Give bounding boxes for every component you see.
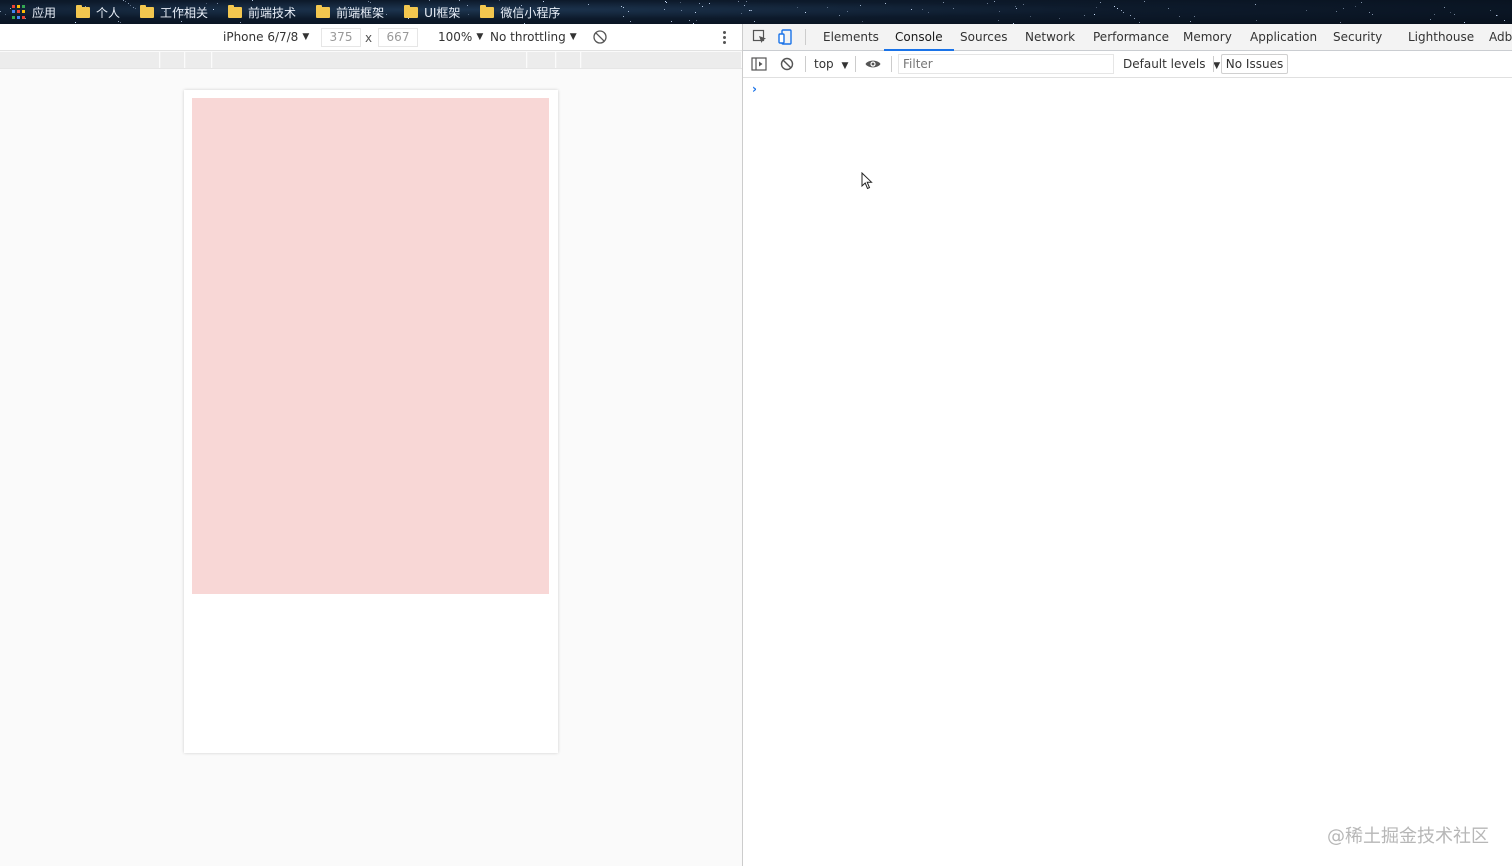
console-toolbar: top ▼ Default levels ▼ No Issues [743,51,1512,78]
bookmark-label: 微信小程序 [500,5,561,20]
bookmark-apps[interactable]: 应用 [12,0,56,24]
tab-elements[interactable]: Elements [823,24,879,51]
width-input[interactable]: 375 [321,28,361,47]
clear-console-icon[interactable] [778,55,796,73]
bookmark-label: UI框架 [424,5,461,20]
height-input[interactable]: 667 [378,28,418,47]
dimension-separator: x [365,31,373,45]
live-expression-eye-icon[interactable] [864,55,882,73]
throttling-select[interactable]: No throttling ▼ [490,30,577,44]
zoom-select[interactable]: 100% ▼ [438,30,483,44]
caret-down-icon: ▼ [569,32,577,42]
bookmark-folder-work[interactable]: 工作相关 [140,0,208,24]
bookmark-folder-personal[interactable]: 个人 [76,0,120,24]
sidebar-toggle-icon[interactable] [750,55,768,73]
caret-down-icon: ▼ [302,32,310,42]
folder-icon [404,4,419,18]
bookmark-label: 前端框架 [336,5,385,20]
bookmark-label: 个人 [96,5,121,20]
device-toolbar: iPhone 6/7/8 ▼ 375 x 667 100% ▼ No throt… [0,24,742,51]
throttling-value: No throttling [490,30,566,44]
folder-icon [140,4,155,18]
device-viewport [184,90,558,753]
folder-icon [228,4,243,18]
tab-performance[interactable]: Performance [1093,24,1169,51]
media-query-bar[interactable] [0,52,742,69]
caret-down-icon: ▼ [841,61,849,71]
tab-sources[interactable]: Sources [960,24,1007,51]
zoom-value: 100% [438,30,473,44]
caret-down-icon: ▼ [1213,61,1221,71]
log-levels-select[interactable]: Default levels ▼ [1123,51,1220,77]
bookmark-folder-frontend-framework[interactable]: 前端框架 [316,0,384,24]
apps-grid-icon [12,5,26,19]
context-select[interactable]: top ▼ [814,51,848,77]
issues-button[interactable]: No Issues [1221,54,1288,74]
tab-lighthouse[interactable]: Lighthouse [1408,24,1474,51]
tab-console[interactable]: Console [884,24,954,51]
starry-background [0,0,1512,24]
console-output[interactable]: › [743,78,1512,866]
context-value: top [814,57,834,71]
rotate-icon[interactable] [592,29,608,45]
more-options-icon[interactable] [718,29,730,45]
devtools-tab-bar: Elements Console Sources Network Perform… [743,24,1512,51]
mouse-cursor-icon [861,172,873,190]
folder-icon [480,4,495,18]
bookmark-label: 应用 [32,5,57,20]
device-emulation-pane: iPhone 6/7/8 ▼ 375 x 667 100% ▼ No throt… [0,24,742,866]
tab-memory[interactable]: Memory [1183,24,1232,51]
devtools-panel: Elements Console Sources Network Perform… [743,24,1512,866]
tab-security[interactable]: Security [1333,24,1382,51]
device-toggle-icon[interactable] [777,28,795,46]
folder-icon [316,4,331,18]
tab-network[interactable]: Network [1025,24,1075,51]
bookmark-folder-frontend-tech[interactable]: 前端技术 [228,0,296,24]
filter-input[interactable] [898,54,1114,74]
bookmark-label: 工作相关 [160,5,209,20]
folder-icon [76,4,91,18]
bookmark-folder-miniprogram[interactable]: 微信小程序 [480,0,560,24]
bookmark-label: 前端技术 [248,5,297,20]
inspect-element-icon[interactable] [751,28,769,46]
pink-content-box [192,98,549,594]
bookmarks-bar: 应用 个人 工作相关 前端技术 前端框架 UI框架 微信小程序 [0,0,1512,24]
bookmark-folder-ui-framework[interactable]: UI框架 [404,0,460,24]
device-select[interactable]: iPhone 6/7/8 ▼ [223,30,309,44]
tab-adb[interactable]: Adb [1489,24,1512,51]
watermark: @稀土掘金技术社区 [1327,826,1489,847]
caret-down-icon: ▼ [476,32,484,42]
log-levels-value: Default levels [1123,57,1206,71]
tab-application[interactable]: Application [1250,24,1317,51]
device-name: iPhone 6/7/8 [223,30,299,44]
console-prompt-chevron-icon: › [752,82,757,96]
